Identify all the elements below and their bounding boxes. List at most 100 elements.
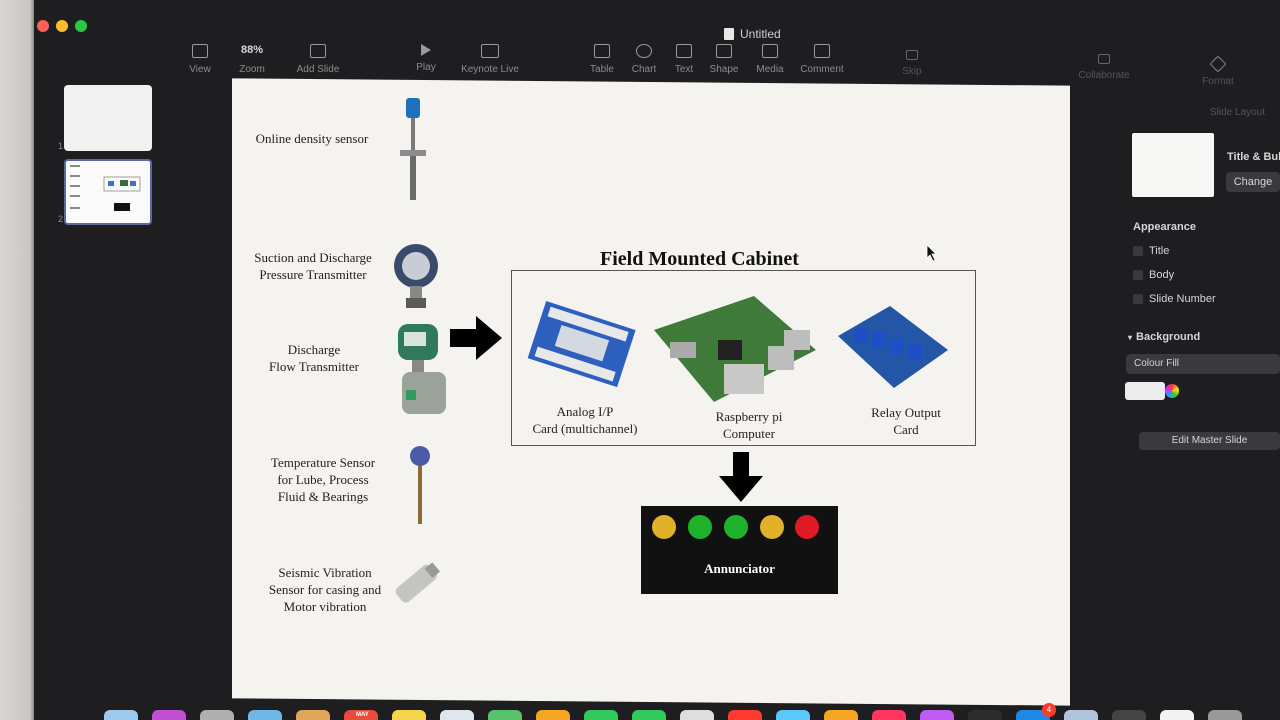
dock-app-icon[interactable]: [584, 710, 618, 720]
dock-app-icon[interactable]: [536, 710, 570, 720]
vibration-sensor-image: [395, 562, 441, 603]
appearance-heading: Appearance: [1133, 221, 1196, 233]
close-window-button[interactable]: [37, 20, 49, 32]
mouse-cursor-icon: [926, 244, 937, 262]
inspector-tab-slide-layout[interactable]: Slide Layout: [1210, 107, 1265, 118]
slide-number-1: 1: [58, 141, 64, 151]
fill-type-select[interactable]: Colour Fill: [1126, 354, 1280, 374]
chevron-down-icon: ▾: [1128, 333, 1133, 342]
slide-thumbnail-preview: [70, 165, 141, 211]
indicator-lamp: [688, 515, 712, 539]
slide-number-checkbox[interactable]: [1133, 294, 1143, 304]
toolbar-add-slide-button[interactable]: Add Slide: [286, 44, 350, 75]
dock-app-icon[interactable]: [392, 710, 426, 720]
arrow-down-icon: [719, 452, 763, 502]
toolbar-collaborate-button[interactable]: Collaborate: [1072, 54, 1136, 81]
toolbar-comment-button[interactable]: Comment: [790, 44, 854, 75]
dock-app-icon[interactable]: [296, 710, 330, 720]
master-slide-name: Title & Bullets: [1227, 151, 1280, 163]
master-slide-preview: [1132, 133, 1214, 197]
dock-app-icon[interactable]: [824, 710, 858, 720]
cabinet-label-analog-card: Analog I/P Card (multichannel): [532, 404, 638, 436]
text-icon: [676, 44, 692, 58]
indicator-lamp: [724, 515, 748, 539]
dock-app-icon[interactable]: [440, 710, 474, 720]
cabinet-label-relay-card: Relay Output Card: [871, 405, 941, 437]
indicator-lamp: [652, 515, 676, 539]
dock-app-icon[interactable]: [152, 710, 186, 720]
skip-icon: [906, 50, 918, 60]
toolbar-skip-button[interactable]: Skip: [880, 50, 944, 77]
color-wheel-icon[interactable]: [1165, 384, 1179, 398]
add-slide-icon: [310, 44, 326, 58]
dock-app-icon[interactable]: [728, 710, 762, 720]
dock-app-icon[interactable]: [488, 710, 522, 720]
window-title: Untitled: [724, 27, 781, 41]
toolbar-zoom-button[interactable]: 88% Zoom: [220, 44, 284, 75]
notification-badge: 4: [1042, 703, 1056, 717]
media-icon: [762, 44, 778, 58]
analog-card-image: [527, 301, 636, 388]
document-icon: [724, 28, 734, 40]
toolbar-format-button[interactable]: Format: [1186, 55, 1250, 87]
sensor-label-vibration: Seismic Vibration Sensor for casing and …: [268, 565, 382, 614]
density-sensor-image: [400, 98, 426, 200]
cabinet-label-raspberry-pi: Raspberry pi Computer: [715, 409, 783, 441]
toolbar-keynote-live-button[interactable]: Keynote Live: [458, 44, 522, 75]
temperature-sensor-image: [410, 446, 430, 524]
raspberry-pi-image: [654, 296, 816, 402]
dock-app-icon[interactable]: [1160, 710, 1194, 720]
fill-color-well[interactable]: [1125, 382, 1165, 400]
edit-master-slide-button[interactable]: Edit Master Slide: [1139, 432, 1280, 450]
indicator-lamp: [760, 515, 784, 539]
table-icon: [594, 44, 610, 58]
slide-number-option-label: Slide Number: [1149, 293, 1216, 305]
pressure-transmitter-image: [394, 244, 438, 308]
zoom-window-button[interactable]: [75, 20, 87, 32]
body-checkbox[interactable]: [1133, 270, 1143, 280]
change-master-button[interactable]: Change: [1226, 172, 1280, 192]
keynote-live-icon: [481, 44, 499, 58]
title-checkbox[interactable]: [1133, 246, 1143, 256]
chart-icon: [636, 44, 652, 58]
indicator-lamp: [795, 515, 819, 539]
arrow-right-icon: [450, 316, 502, 360]
sensor-label-pressure: Suction and Discharge Pressure Transmitt…: [254, 250, 372, 282]
sensor-label-flow: Discharge Flow Transmitter: [269, 342, 359, 374]
minimize-window-button[interactable]: [56, 20, 68, 32]
dock-app-icon[interactable]: [680, 710, 714, 720]
background-heading[interactable]: ▾ Background: [1128, 331, 1200, 343]
dock: [100, 702, 1280, 720]
annunciator-label: Annunciator: [704, 561, 775, 576]
toolbar-play-button[interactable]: Play: [394, 44, 458, 73]
slide-thumbnail-1[interactable]: [64, 85, 152, 151]
calendar-month: MAY: [356, 712, 369, 718]
slide-number-2: 2: [58, 214, 64, 224]
dock-app-icon[interactable]: [872, 710, 906, 720]
play-icon: [421, 44, 431, 56]
comment-icon: [814, 44, 830, 58]
shape-icon: [716, 44, 732, 58]
cabinet-title: Field Mounted Cabinet: [600, 248, 799, 270]
sensor-label-temperature: Temperature Sensor for Lube, Process Flu…: [270, 455, 376, 504]
flow-transmitter-image: [398, 324, 446, 414]
body-option-label: Body: [1149, 269, 1175, 281]
relay-card-image: [838, 306, 948, 388]
dock-app-icon[interactable]: [1112, 710, 1146, 720]
dock-app-icon[interactable]: [1208, 710, 1242, 720]
dock-app-icon[interactable]: [968, 710, 1002, 720]
dock-app-icon[interactable]: [920, 710, 954, 720]
slide-thumbnail-2[interactable]: [64, 159, 152, 225]
dock-app-icon[interactable]: [1064, 710, 1098, 720]
dock-app-icon[interactable]: [632, 710, 666, 720]
dock-app-icon[interactable]: [200, 710, 234, 720]
sidebar-icon: [192, 44, 208, 58]
annunciator-panel: Annunciator: [641, 506, 838, 594]
collaborate-icon: [1098, 54, 1110, 64]
sensor-label-density: Online density sensor: [255, 131, 369, 146]
format-icon: [1209, 55, 1227, 73]
dock-app-icon[interactable]: [776, 710, 810, 720]
dock-app-icon[interactable]: [104, 710, 138, 720]
title-option-label: Title: [1149, 245, 1170, 257]
dock-app-icon[interactable]: [248, 710, 282, 720]
